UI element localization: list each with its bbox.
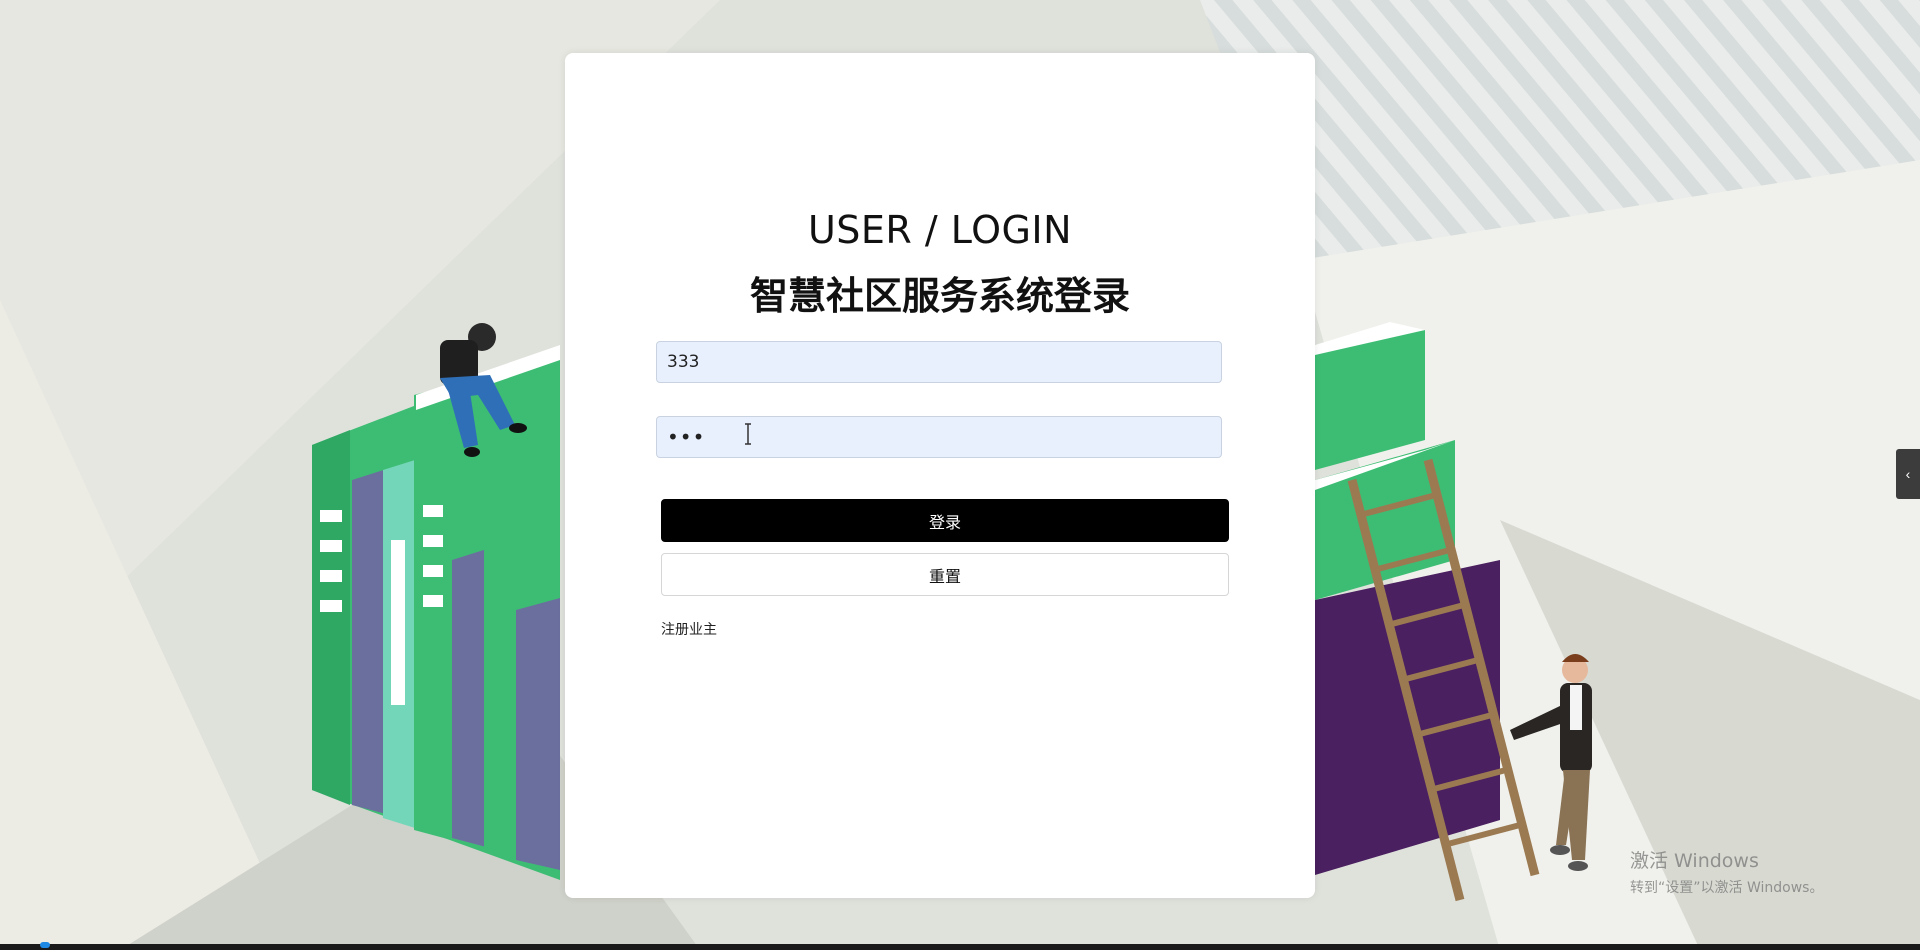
login-title-cn: 智慧社区服务系统登录 — [749, 274, 1130, 318]
chevron-left-icon: ‹ — [1905, 466, 1911, 482]
watermark-title: 激活 Windows — [1630, 850, 1759, 872]
side-collapse-tab[interactable]: ‹ — [1896, 449, 1920, 499]
window-bottom-strip — [0, 944, 1920, 950]
login-card: USER / LOGIN 智慧社区服务系统登录 登录 重置 注册业主 — [565, 53, 1315, 898]
login-button[interactable]: 登录 — [661, 499, 1229, 542]
loading-indicator — [40, 942, 50, 948]
login-title-en: USER / LOGIN — [807, 208, 1073, 252]
login-page: USER / LOGIN 智慧社区服务系统登录 登录 重置 注册业主 ‹ 激活 … — [0, 0, 1920, 950]
watermark-subtitle: 转到“设置”以激活 Windows。 — [1630, 880, 1824, 896]
register-owner-link[interactable]: 注册业主 — [661, 619, 717, 639]
password-input[interactable] — [656, 416, 1222, 458]
reset-button[interactable]: 重置 — [661, 553, 1229, 596]
windows-activation-watermark: 激活 Windows 转到“设置”以激活 Windows。 — [1630, 846, 1823, 897]
username-input[interactable] — [656, 341, 1222, 383]
text-cursor-icon — [745, 423, 751, 445]
